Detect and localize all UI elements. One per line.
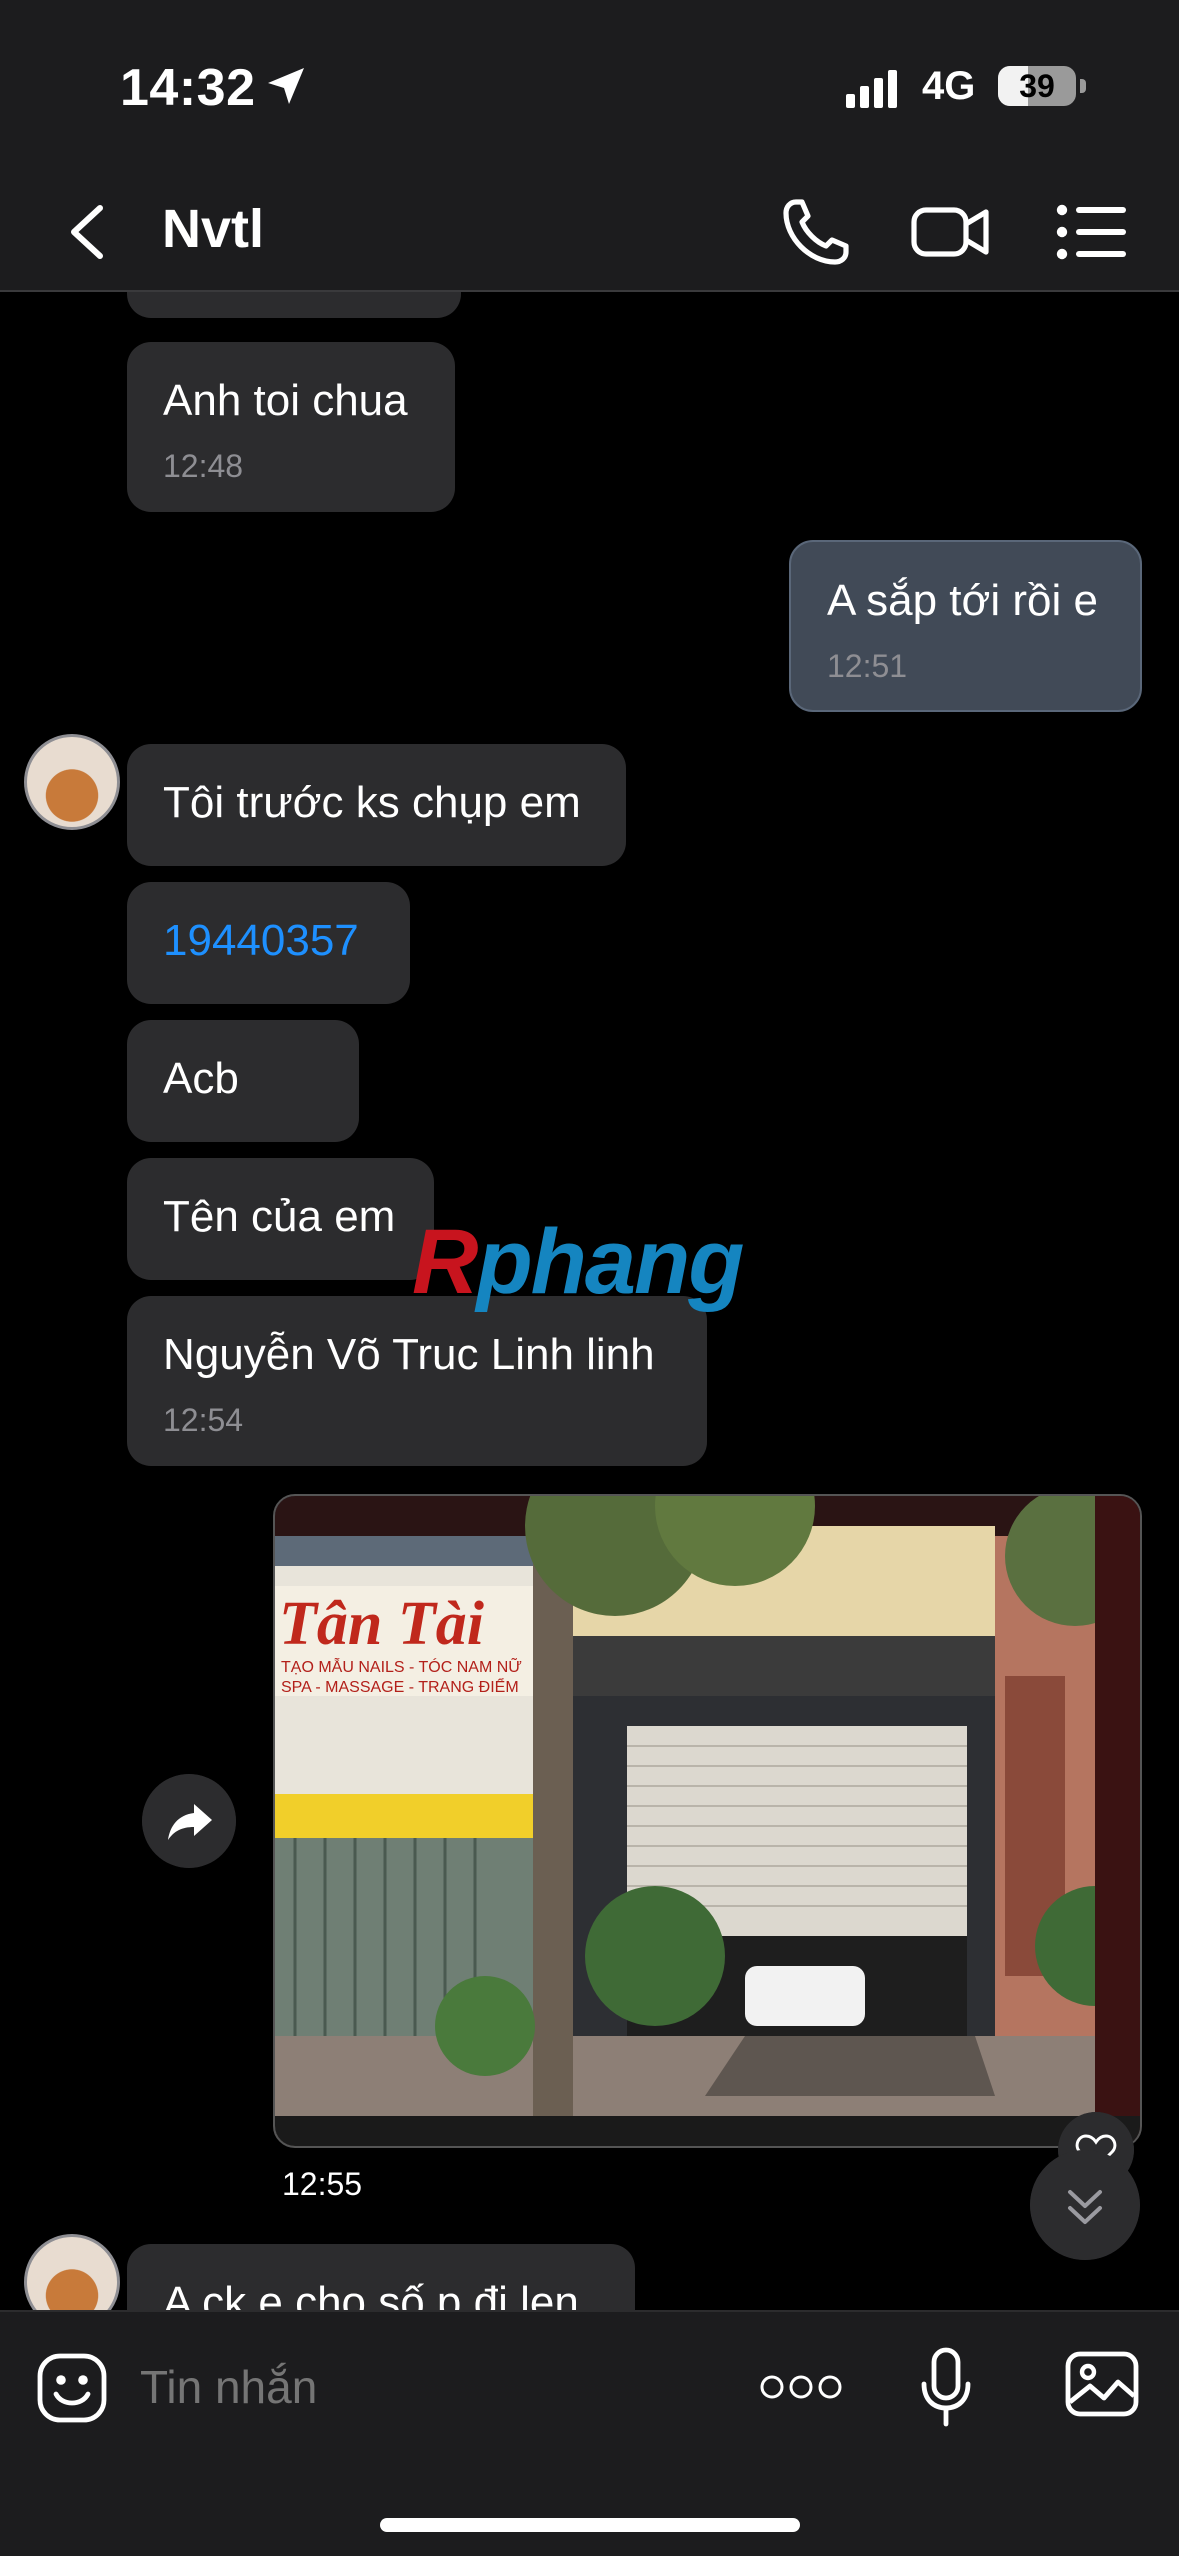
- message-time: 12:51: [827, 648, 908, 684]
- message-bubble-partial[interactable]: [127, 292, 461, 318]
- battery-percent: 39: [1019, 68, 1055, 104]
- message-link-text[interactable]: 19440357: [163, 916, 359, 965]
- shop-sign-line: TẠO MẪU NAILS - TÓC NAM NỮ: [281, 1656, 522, 1676]
- message-image[interactable]: Tân Tài TẠO MẪU NAILS - TÓC NAM NỮ SPA -…: [273, 1494, 1142, 2148]
- message-time: 12:55: [282, 2166, 363, 2202]
- message-bubble-link[interactable]: 19440357: [127, 882, 410, 1004]
- chat-header: Nvtl: [0, 170, 1179, 292]
- shop-sign-line: SPA - MASSAGE - TRANG ĐIỂM: [281, 1677, 519, 1696]
- message-text: Tên của em: [163, 1192, 396, 1241]
- video-call-icon[interactable]: [910, 194, 990, 270]
- message-bubble[interactable]: A ck e cho số p đi len: [127, 2244, 635, 2310]
- avatar[interactable]: [24, 2234, 120, 2310]
- list-menu-icon[interactable]: [1054, 194, 1130, 270]
- more-icon[interactable]: [758, 2364, 844, 2410]
- cellular-signal-icon: [846, 70, 897, 108]
- message-input[interactable]: [140, 2352, 740, 2422]
- phone-icon[interactable]: [778, 194, 854, 270]
- avatar[interactable]: [24, 734, 120, 830]
- status-time: 14:32: [120, 59, 256, 117]
- network-type: 4G: [922, 64, 976, 108]
- message-time: 12:48: [163, 448, 244, 484]
- message-text: A ck e cho số p đi len: [163, 2278, 579, 2310]
- watermark: Rphang: [412, 1211, 744, 1313]
- status-bar: 14:32 4G 39: [0, 0, 1179, 170]
- message-list[interactable]: Anh toi chua 12:48 A sắp tới rồi e 12:51…: [0, 292, 1179, 2310]
- gallery-icon[interactable]: [1064, 2346, 1140, 2422]
- message-bubble[interactable]: Acb: [127, 1020, 359, 1142]
- location-arrow-icon: [268, 68, 304, 104]
- message-text: Anh toi chua: [163, 376, 408, 425]
- microphone-icon[interactable]: [918, 2346, 974, 2428]
- message-text: A sắp tới rồi e: [827, 576, 1098, 625]
- message-text: Tôi trước ks chụp em: [163, 778, 581, 827]
- home-indicator[interactable]: [380, 2518, 800, 2532]
- message-input-bar: [0, 2310, 1179, 2556]
- message-time: 12:54: [163, 1402, 244, 1438]
- message-text: Nguyễn Võ Truc Linh linh: [163, 1330, 655, 1379]
- contact-name[interactable]: Nvtl: [162, 198, 264, 260]
- emoji-icon[interactable]: [36, 2352, 108, 2424]
- message-bubble[interactable]: Tên của em: [127, 1158, 434, 1280]
- message-bubble[interactable]: Tôi trước ks chụp em: [127, 744, 626, 866]
- battery-indicator: 39: [998, 66, 1086, 106]
- forward-icon[interactable]: [142, 1774, 236, 1868]
- message-bubble-sent[interactable]: A sắp tới rồi e 12:51: [789, 540, 1142, 712]
- chevron-left-icon[interactable]: [60, 202, 116, 262]
- message-bubble[interactable]: Anh toi chua 12:48: [127, 342, 455, 512]
- message-text: Acb: [163, 1054, 239, 1103]
- shop-sign-brand: Tân Tài: [279, 1590, 484, 1658]
- scroll-down-icon[interactable]: [1030, 2150, 1140, 2260]
- message-bubble[interactable]: Nguyễn Võ Truc Linh linh 12:54: [127, 1296, 707, 1466]
